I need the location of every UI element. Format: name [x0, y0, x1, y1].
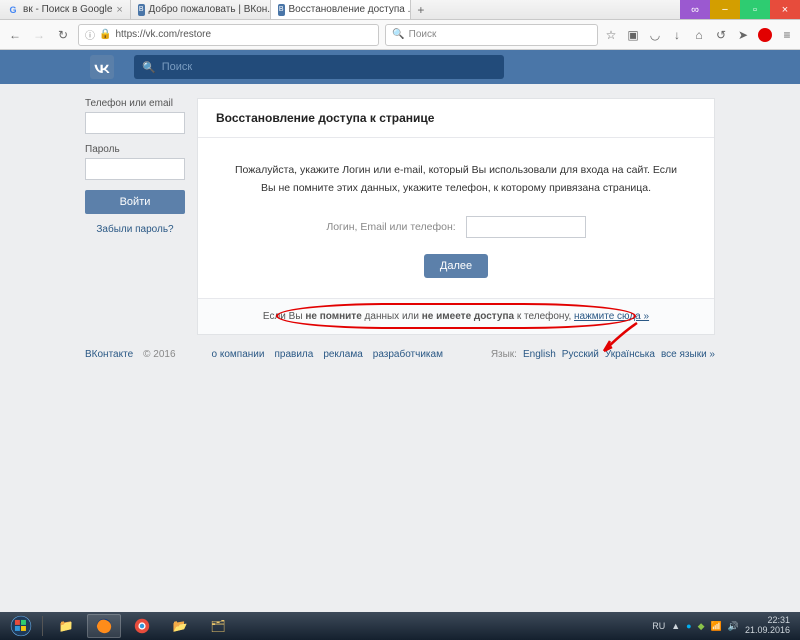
lang-ru[interactable]: Русский — [562, 349, 599, 360]
start-button[interactable] — [6, 614, 36, 638]
restore-panel: Восстановление доступа к странице Пожалу… — [197, 98, 715, 335]
login-sidebar: Телефон или email Пароль Войти Забыли па… — [85, 98, 185, 335]
lang-label: Язык: — [491, 349, 517, 360]
taskbar: 📁 📂 🗂 RU ▲ ● ◆ 📶 🔊 22:31 21.09.2016 — [0, 612, 800, 640]
favicon-google: G — [7, 4, 19, 16]
window-extra-button[interactable]: ∞ — [680, 0, 710, 19]
tray-volume-icon[interactable]: 🔊 — [728, 621, 739, 632]
new-tab-button[interactable]: + — [411, 0, 431, 19]
lang-all[interactable]: все языки » — [661, 349, 715, 360]
vk-search-placeholder: Поиск — [162, 61, 192, 73]
browser-toolbar: ← → ↻ ⓘ 🔒 https://vk.com/restore 🔍 Поиск… — [0, 20, 800, 50]
tab-title: вк - Поиск в Google — [23, 4, 112, 15]
taskbar-chrome-icon[interactable] — [125, 614, 159, 638]
maximize-button[interactable]: ▫ — [740, 0, 770, 19]
taskbar-explorer2-icon[interactable]: 📂 — [163, 614, 197, 638]
vk-header: 🔍 Поиск — [0, 50, 800, 84]
footer-rules-link[interactable]: правила — [274, 349, 313, 360]
login-input[interactable] — [85, 112, 185, 134]
info-icon[interactable]: ⓘ — [85, 27, 95, 42]
tray-shield-icon[interactable]: ◆ — [698, 621, 705, 632]
no-access-prompt: Если Вы не помните данных или не имеете … — [198, 298, 714, 334]
no-access-link[interactable]: нажмите сюда » — [574, 311, 649, 322]
password-label: Пароль — [85, 144, 185, 155]
close-window-button[interactable]: × — [770, 0, 800, 19]
login-label: Телефон или email — [85, 98, 185, 109]
tray-clock[interactable]: 22:31 21.09.2016 — [745, 616, 794, 636]
forward-button[interactable]: → — [30, 26, 48, 44]
address-bar[interactable]: ⓘ 🔒 https://vk.com/restore — [78, 24, 379, 46]
close-icon[interactable]: × — [116, 4, 122, 16]
tray-network-icon[interactable]: 📶 — [711, 621, 722, 632]
browser-tab[interactable]: G вк - Поиск в Google × — [0, 0, 131, 19]
tab-title: Добро пожаловать | ВКон... — [149, 4, 271, 15]
url-text: https://vk.com/restore — [115, 29, 211, 40]
footer-year: © 2016 — [143, 349, 175, 360]
menu-icon[interactable]: ≡ — [780, 28, 794, 42]
restore-input[interactable] — [466, 216, 586, 238]
system-tray: RU ▲ ● ◆ 📶 🔊 22:31 21.09.2016 — [652, 616, 794, 636]
lang-en[interactable]: English — [523, 349, 556, 360]
footer-about-link[interactable]: о компании — [212, 349, 265, 360]
minimize-button[interactable]: − — [710, 0, 740, 19]
vk-footer: ВКонтакте © 2016 о компании правила рекл… — [85, 349, 715, 360]
browser-tab-active[interactable]: B Восстановление доступа ... × — [271, 0, 411, 19]
taskbar-folder-icon[interactable]: 🗂 — [201, 614, 235, 638]
sync-icon[interactable]: ↺ — [714, 28, 728, 42]
reload-button[interactable]: ↻ — [54, 26, 72, 44]
search-placeholder: Поиск — [409, 29, 437, 40]
footer-ads-link[interactable]: реклама — [323, 349, 362, 360]
search-icon: 🔍 — [142, 61, 156, 74]
favicon-vk: B — [278, 4, 285, 16]
save-icon[interactable]: ▣ — [626, 28, 640, 42]
password-input[interactable] — [85, 158, 185, 180]
taskbar-explorer-icon[interactable]: 📁 — [49, 614, 83, 638]
download-icon[interactable]: ↓ — [670, 28, 684, 42]
vk-search-box[interactable]: 🔍 Поиск — [134, 55, 504, 79]
instructions-text: Пожалуйста, укажите Логин или e-mail, ко… — [226, 162, 686, 198]
page-title: Восстановление доступа к странице — [198, 99, 714, 138]
tab-title: Восстановление доступа ... — [289, 4, 411, 15]
browser-tabstrip: G вк - Поиск в Google × B Добро пожалова… — [0, 0, 800, 20]
browser-tab[interactable]: B Добро пожаловать | ВКон... × — [131, 0, 271, 19]
lang-ua[interactable]: Українська — [605, 349, 655, 360]
tray-skype-icon[interactable]: ● — [686, 621, 691, 631]
next-button[interactable]: Далее — [424, 254, 488, 278]
footer-brand[interactable]: ВКонтакте — [85, 349, 133, 360]
lock-icon: 🔒 — [99, 29, 111, 40]
search-icon: 🔍 — [392, 29, 404, 40]
login-button[interactable]: Войти — [85, 190, 185, 214]
favicon-vk: B — [138, 4, 145, 16]
back-button[interactable]: ← — [6, 26, 24, 44]
home-icon[interactable]: ⌂ — [692, 28, 706, 42]
share-icon[interactable]: ➤ — [736, 28, 750, 42]
taskbar-firefox-icon[interactable] — [87, 614, 121, 638]
adblock-icon[interactable] — [758, 28, 772, 42]
vk-page-bg: Телефон или email Пароль Войти Забыли па… — [0, 84, 800, 612]
toolbar-icons: ☆ ▣ ◡ ↓ ⌂ ↺ ➤ ≡ — [604, 28, 794, 42]
forgot-password-link[interactable]: Забыли пароль? — [96, 224, 173, 235]
browser-search-box[interactable]: 🔍 Поиск — [385, 24, 598, 46]
tray-flag-icon[interactable]: ▲ — [671, 621, 680, 631]
footer-devs-link[interactable]: разработчикам — [373, 349, 443, 360]
restore-field-label: Логин, Email или телефон: — [326, 221, 455, 233]
vk-logo[interactable] — [90, 55, 114, 79]
window-controls: ∞ − ▫ × — [680, 0, 800, 19]
star-icon[interactable]: ☆ — [604, 28, 618, 42]
pocket-icon[interactable]: ◡ — [648, 28, 662, 42]
tray-lang[interactable]: RU — [652, 621, 665, 631]
